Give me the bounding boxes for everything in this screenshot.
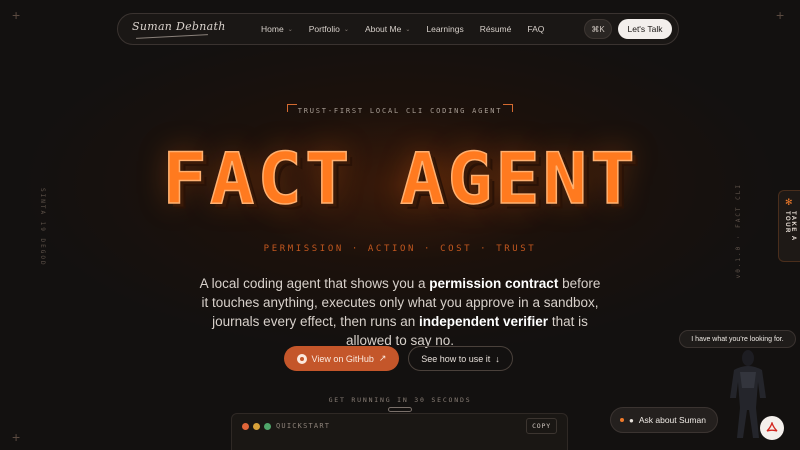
hero-title: FACT AGENT — [161, 138, 638, 220]
assistant-speech-bubble: I have what you're looking for. — [679, 330, 796, 348]
corner-plus-icon: + — [12, 429, 21, 445]
quickstart-terminal: QUICKSTART COPY — [231, 413, 568, 450]
top-navigation: Suman Debnath Home ⌄ Portfolio ⌄ About Me ⌄… — [117, 13, 679, 45]
description-text: A local coding agent that shows you a — [199, 276, 430, 291]
hero-subtags: PERMISSION · ACTION · COST · TRUST — [263, 244, 537, 254]
button-label: View on GitHub — [311, 353, 374, 364]
chevron-down-icon: ⌄ — [405, 26, 411, 33]
arrow-down-icon: ↓ — [495, 353, 500, 364]
github-icon — [296, 353, 307, 364]
signature-logo[interactable]: Suman Debnath — [132, 20, 226, 33]
chevron-down-icon: ⌄ — [287, 26, 293, 33]
corner-plus-icon: + — [776, 7, 785, 23]
nav-links: Home ⌄ Portfolio ⌄ About Me ⌄ Learnings Rés… — [261, 14, 560, 44]
button-label: Ask about Suman — [638, 415, 706, 425]
scroll-indicator[interactable] — [388, 407, 412, 412]
nav-item-faq[interactable]: FAQ — [527, 24, 544, 34]
chat-bubble-icon: ● — [629, 415, 634, 425]
nav-item-label: Portfolio — [308, 24, 340, 34]
nav-item-label: Résumé — [479, 24, 512, 34]
nav-item-resume[interactable]: Résumé — [480, 24, 512, 34]
nav-item-home[interactable]: Home ⌄ — [261, 24, 293, 34]
window-dot-red — [242, 423, 249, 430]
nav-item-label: About Me — [364, 24, 402, 34]
pdf-download-button[interactable] — [760, 416, 784, 440]
nav-item-about-me[interactable]: About Me ⌄ — [365, 24, 410, 34]
hero-description: A local coding agent that shows you a pe… — [196, 274, 604, 350]
chevron-down-icon: ⌄ — [343, 26, 349, 33]
nav-item-label: Learnings — [426, 24, 464, 34]
get-running-caption: GET RUNNING IN 30 SECONDS — [328, 396, 472, 404]
pdf-icon — [766, 422, 778, 432]
lets-talk-button[interactable]: Let's Talk — [618, 19, 672, 39]
tour-label: TAKE A TOUR — [784, 211, 796, 242]
nav-item-learnings[interactable]: Learnings — [426, 24, 463, 34]
window-dot-green — [264, 423, 271, 430]
take-a-tour-tab[interactable]: ✻ TAKE A TOUR — [778, 190, 800, 262]
corner-plus-icon: + — [12, 7, 21, 23]
see-how-to-use-button[interactable]: See how to use it ↓ — [408, 346, 513, 371]
nav-item-label: Home — [261, 24, 284, 34]
online-status-dot — [620, 418, 624, 422]
nav-item-portfolio[interactable]: Portfolio ⌄ — [309, 24, 349, 34]
hero-tagline: TRUST-FIRST LOCAL CLI CODING AGENT — [297, 107, 503, 115]
copy-button[interactable]: COPY — [526, 418, 557, 434]
window-dot-yellow — [253, 423, 260, 430]
arrow-up-right-icon: ↗ — [378, 353, 387, 363]
ask-about-suman-button[interactable]: ● Ask about Suman — [610, 407, 718, 433]
command-palette-button[interactable]: ⌘K — [584, 19, 612, 39]
description-emphasis: independent verifier — [419, 314, 549, 329]
quickstart-label: QUICKSTART — [276, 422, 331, 430]
button-label: See how to use it — [421, 353, 491, 364]
description-emphasis: permission contract — [429, 276, 559, 291]
nav-item-label: FAQ — [527, 24, 545, 34]
paw-icon: ✻ — [785, 197, 793, 207]
logo-underline — [136, 34, 208, 39]
view-on-github-button[interactable]: View on GitHub ↗ — [284, 346, 399, 371]
